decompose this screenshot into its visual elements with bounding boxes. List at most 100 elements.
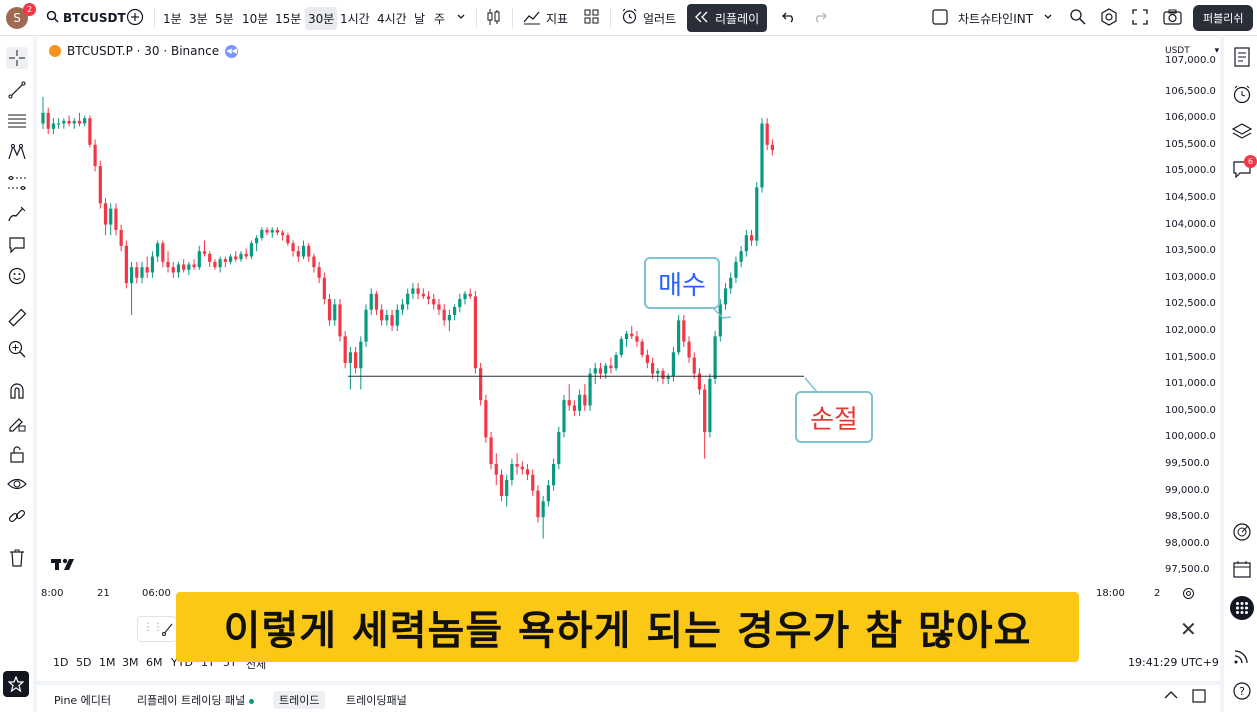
replay-button[interactable]: 리플레이 — [687, 0, 768, 36]
interval-5m[interactable]: 5분 — [215, 0, 234, 36]
interval-15m[interactable]: 15분 — [275, 0, 301, 36]
range-5d[interactable]: 5D — [76, 656, 91, 669]
tab-trade[interactable]: 트레이드 — [273, 691, 326, 709]
trendline-icon[interactable] — [6, 79, 28, 101]
drag-handle-icon[interactable]: ⋮⋮ — [143, 622, 163, 633]
close-replay-icon[interactable]: ✕ — [1180, 617, 1197, 641]
undo-button[interactable] — [782, 0, 796, 36]
candle — [317, 261, 321, 284]
crosshair-icon[interactable] — [6, 47, 28, 69]
candle — [244, 248, 248, 260]
publish-button[interactable]: 퍼블리쉬 — [1193, 0, 1254, 36]
tab-trading-panel[interactable]: 트레이딩패널 — [346, 692, 407, 708]
select-bar-icon[interactable] — [162, 621, 174, 640]
eye-icon[interactable] — [6, 473, 28, 495]
symbol-search[interactable]: BTCUSDT — [46, 0, 126, 36]
candle — [400, 299, 405, 316]
tab-replay-trading-panel[interactable]: 리플레이 트레이딩 패널 — [137, 692, 254, 708]
layouts-button[interactable] — [584, 0, 599, 36]
interval-dropdown[interactable] — [456, 0, 466, 36]
indicators-icon — [523, 9, 541, 28]
interval-label: 10분 — [242, 11, 269, 26]
candle — [364, 304, 368, 347]
buy-callout-pointer — [712, 307, 732, 319]
broadcast-icon[interactable] — [1231, 645, 1253, 667]
layout-name-button[interactable]: 차트슈타인INT — [932, 0, 1053, 36]
interval-4h[interactable]: 4시간 — [377, 0, 407, 36]
indicators-button[interactable]: 지표 — [523, 0, 568, 36]
apps-grid-icon[interactable] — [1230, 596, 1254, 620]
axis-settings-gear-icon[interactable] — [1182, 587, 1195, 603]
candle — [546, 479, 550, 507]
alert-clock-icon[interactable] — [1231, 83, 1253, 105]
stop-loss-callout[interactable]: 손절 — [795, 391, 873, 443]
maximize-panel-icon[interactable] — [1192, 689, 1206, 706]
candle — [510, 458, 514, 486]
candle — [234, 251, 238, 262]
interval-30m[interactable]: 30분 — [305, 0, 338, 36]
alert-label: 얼러트 — [643, 11, 677, 26]
stop-loss-label: 손절 — [810, 404, 858, 435]
zoom-in-icon[interactable] — [6, 338, 28, 360]
candle — [395, 304, 399, 331]
chart-type-button[interactable] — [486, 0, 502, 36]
candle — [202, 240, 207, 257]
trash-icon[interactable] — [6, 547, 28, 569]
price-label: 102,500.0 — [1165, 298, 1216, 310]
candle — [57, 118, 61, 129]
comment-icon[interactable] — [6, 234, 28, 256]
interval-day[interactable]: 날 — [414, 0, 425, 36]
quick-search-button[interactable] — [1069, 0, 1087, 36]
alert-button[interactable]: 얼러트 — [621, 0, 676, 36]
interval-3m[interactable]: 3분 — [189, 0, 208, 36]
candle — [692, 352, 696, 379]
candle — [124, 240, 128, 289]
pencil-lock-icon[interactable] — [6, 412, 28, 434]
snapshot-button[interactable] — [1163, 0, 1182, 36]
interval-10m[interactable]: 10분 — [242, 0, 268, 36]
lock-icon[interactable] — [6, 443, 28, 465]
brush-icon[interactable] — [6, 203, 28, 225]
pattern-icon[interactable] — [6, 141, 28, 163]
watchlist-icon[interactable] — [1231, 46, 1253, 68]
link-icon[interactable] — [6, 505, 28, 527]
layers-icon[interactable] — [1231, 120, 1253, 142]
smiley-icon[interactable] — [6, 265, 28, 287]
tab-pine-editor[interactable]: Pine 에디터 — [54, 692, 111, 708]
time-label: 2 — [1154, 588, 1161, 599]
price-axis[interactable]: USDT ▾ 107,000.0 106,500.0 106,000.0 105,50… — [1159, 37, 1220, 612]
candle — [640, 338, 644, 358]
range-6m[interactable]: 6M — [146, 656, 163, 669]
candle — [432, 293, 436, 310]
candle — [588, 368, 592, 411]
range-1m[interactable]: 1M — [99, 656, 116, 669]
watchlist-star-icon[interactable] — [3, 671, 29, 697]
candle — [650, 357, 655, 379]
candle — [187, 261, 191, 276]
calendar-icon[interactable] — [1231, 558, 1253, 580]
buy-callout[interactable]: 매수 — [644, 257, 720, 309]
target-icon[interactable] — [1231, 521, 1253, 543]
redo-button[interactable] — [813, 0, 827, 36]
forecast-icon[interactable] — [6, 172, 28, 194]
drawing-toolbar — [0, 37, 37, 712]
candle — [41, 96, 45, 129]
interval-1m[interactable]: 1분 — [163, 0, 182, 36]
magnet-icon[interactable] — [6, 380, 28, 402]
interval-1h[interactable]: 1시간 — [340, 0, 370, 36]
clock-readout[interactable]: 19:41:29 UTC+9 — [1128, 656, 1219, 669]
chart-pane[interactable]: BTCUSDT.P · 30 · Binance ◀◀ — [37, 37, 1220, 612]
replay-control-panel[interactable]: ⋮⋮ — [137, 616, 177, 642]
range-3m[interactable]: 3M — [122, 656, 139, 669]
fib-retracement-icon[interactable] — [6, 110, 28, 132]
range-1d[interactable]: 1D — [53, 656, 68, 669]
interval-week[interactable]: 주 — [434, 0, 445, 36]
compare-symbol-button[interactable] — [126, 0, 144, 36]
help-icon[interactable]: ? — [1231, 680, 1253, 702]
ruler-icon[interactable] — [6, 307, 28, 329]
candle — [140, 261, 144, 284]
settings-button[interactable] — [1100, 0, 1118, 36]
collapse-panel-icon[interactable] — [1164, 690, 1178, 703]
fullscreen-button[interactable] — [1132, 0, 1148, 36]
candle — [171, 261, 175, 278]
